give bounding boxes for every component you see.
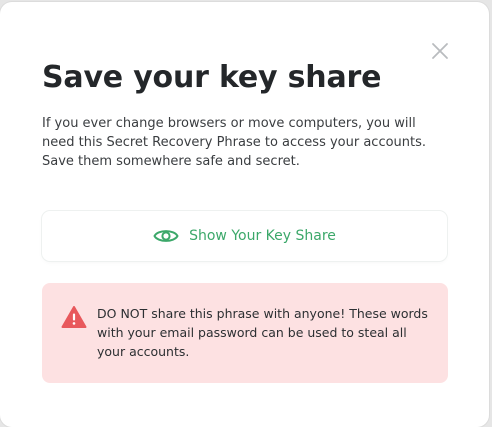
warning-banner: DO NOT share this phrase with anyone! Th…: [42, 283, 448, 383]
close-button[interactable]: [431, 42, 449, 60]
show-key-share-label: Show Your Key Share: [189, 228, 336, 244]
close-icon: [432, 43, 448, 59]
dialog-description: If you ever change browsers or move comp…: [42, 116, 427, 169]
show-key-share-button[interactable]: Show Your Key Share: [42, 211, 447, 261]
dialog-title: Save your key share: [42, 60, 382, 95]
warning-text: DO NOT share this phrase with anyone! Th…: [97, 306, 428, 359]
save-key-share-dialog: Save your key share If you ever change b…: [0, 2, 489, 427]
eye-icon: [153, 230, 179, 242]
warning-triangle-icon: [61, 306, 87, 328]
